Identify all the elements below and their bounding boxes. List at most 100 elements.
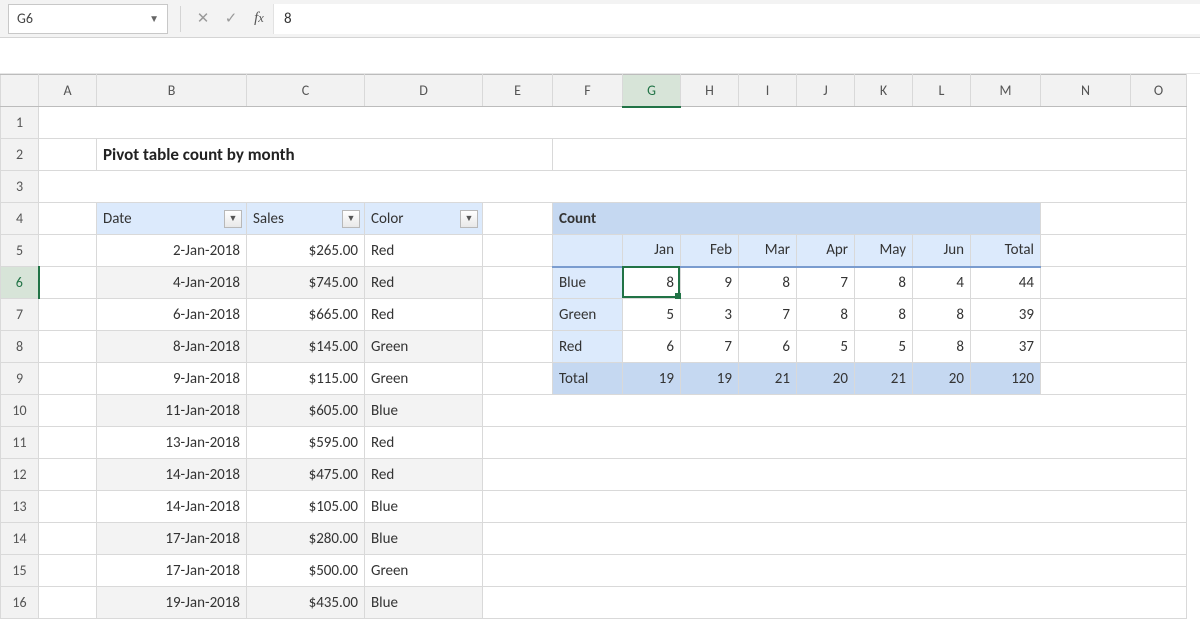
cell[interactable]	[1041, 203, 1187, 235]
col-header[interactable]: G	[623, 75, 681, 107]
col-header[interactable]: D	[365, 75, 483, 107]
table-cell[interactable]: 13-Jan-2018	[97, 427, 247, 459]
table-cell[interactable]: $500.00	[247, 555, 365, 587]
table-cell[interactable]: Green	[365, 331, 483, 363]
pivot-value[interactable]: 8	[623, 267, 681, 299]
table-header-sales[interactable]: Sales ▼	[247, 203, 365, 235]
pivot-total[interactable]: 120	[971, 363, 1041, 395]
pivot-value[interactable]: 6	[623, 331, 681, 363]
table-cell[interactable]: 17-Jan-2018	[97, 555, 247, 587]
row-header[interactable]: 5	[1, 235, 39, 267]
table-cell[interactable]: $665.00	[247, 299, 365, 331]
row-header[interactable]: 2	[1, 139, 39, 171]
table-cell[interactable]: Green	[365, 555, 483, 587]
col-header[interactable]: C	[247, 75, 365, 107]
grid[interactable]: A B C D E F G H I J K L M N O 1 2 Pivot …	[0, 74, 1187, 619]
pivot-total-label[interactable]: Total	[553, 363, 623, 395]
row-header[interactable]: 13	[1, 491, 39, 523]
pivot-title[interactable]: Count	[553, 203, 1041, 235]
table-header-date[interactable]: Date ▼	[97, 203, 247, 235]
table-cell[interactable]: 14-Jan-2018	[97, 459, 247, 491]
table-cell[interactable]: Blue	[365, 587, 483, 619]
table-cell[interactable]: Blue	[365, 395, 483, 427]
row-header[interactable]: 6	[1, 267, 39, 299]
cell[interactable]	[1041, 331, 1187, 363]
cell[interactable]	[1041, 363, 1187, 395]
col-header[interactable]: H	[681, 75, 739, 107]
name-box[interactable]: G6 ▼	[8, 4, 168, 34]
table-cell[interactable]: 2-Jan-2018	[97, 235, 247, 267]
table-cell[interactable]: $595.00	[247, 427, 365, 459]
table-cell[interactable]: Blue	[365, 523, 483, 555]
cell[interactable]	[39, 139, 97, 171]
pivot-value[interactable]: 5	[797, 331, 855, 363]
cell[interactable]	[483, 331, 553, 363]
table-cell[interactable]: 11-Jan-2018	[97, 395, 247, 427]
col-header[interactable]: M	[971, 75, 1041, 107]
pivot-value[interactable]: 8	[855, 267, 913, 299]
col-header[interactable]: E	[483, 75, 553, 107]
cell[interactable]	[553, 139, 1187, 171]
row-header[interactable]: 4	[1, 203, 39, 235]
cell[interactable]	[39, 491, 97, 523]
filter-dropdown-icon[interactable]: ▼	[460, 210, 478, 228]
cell[interactable]	[39, 587, 97, 619]
table-cell[interactable]: 6-Jan-2018	[97, 299, 247, 331]
table-cell[interactable]: Red	[365, 427, 483, 459]
table-cell[interactable]: $605.00	[247, 395, 365, 427]
pivot-colhdr[interactable]: Feb	[681, 235, 739, 267]
table-cell[interactable]: $265.00	[247, 235, 365, 267]
pivot-colhdr[interactable]: Mar	[739, 235, 797, 267]
filter-dropdown-icon[interactable]: ▼	[342, 210, 360, 228]
pivot-value[interactable]: 8	[739, 267, 797, 299]
cell[interactable]	[39, 171, 1187, 203]
pivot-colhdr[interactable]: May	[855, 235, 913, 267]
table-cell[interactable]: 4-Jan-2018	[97, 267, 247, 299]
col-header[interactable]: J	[797, 75, 855, 107]
table-cell[interactable]: $745.00	[247, 267, 365, 299]
table-cell[interactable]: Red	[365, 267, 483, 299]
pivot-total[interactable]: 19	[681, 363, 739, 395]
pivot-colhdr[interactable]: Total	[971, 235, 1041, 267]
col-header[interactable]: N	[1041, 75, 1131, 107]
table-cell[interactable]: 19-Jan-2018	[97, 587, 247, 619]
pivot-value[interactable]: 7	[739, 299, 797, 331]
col-header[interactable]: L	[913, 75, 971, 107]
pivot-colhdr[interactable]: Jan	[623, 235, 681, 267]
filter-dropdown-icon[interactable]: ▼	[224, 210, 242, 228]
cell[interactable]	[39, 235, 97, 267]
pivot-value[interactable]: 5	[623, 299, 681, 331]
cell[interactable]	[483, 203, 553, 235]
table-cell[interactable]: 14-Jan-2018	[97, 491, 247, 523]
col-header[interactable]: I	[739, 75, 797, 107]
row-header[interactable]: 15	[1, 555, 39, 587]
pivot-row-label[interactable]: Red	[553, 331, 623, 363]
table-cell[interactable]: $105.00	[247, 491, 365, 523]
pivot-total[interactable]: 20	[797, 363, 855, 395]
pivot-value[interactable]: 3	[681, 299, 739, 331]
table-cell[interactable]: Blue	[365, 491, 483, 523]
cell[interactable]	[39, 459, 97, 491]
cell[interactable]	[483, 459, 1187, 491]
row-header[interactable]: 9	[1, 363, 39, 395]
cell[interactable]	[1041, 299, 1187, 331]
page-title[interactable]: Pivot table count by month	[97, 139, 553, 171]
cell[interactable]	[483, 299, 553, 331]
cell[interactable]	[39, 331, 97, 363]
table-cell[interactable]: $145.00	[247, 331, 365, 363]
row-header[interactable]: 16	[1, 587, 39, 619]
formula-input[interactable]: 8	[273, 4, 1200, 34]
pivot-value[interactable]: 7	[681, 331, 739, 363]
pivot-total[interactable]: 20	[913, 363, 971, 395]
row-header[interactable]: 3	[1, 171, 39, 203]
pivot-total[interactable]: 19	[623, 363, 681, 395]
col-header[interactable]: F	[553, 75, 623, 107]
pivot-value[interactable]: 8	[797, 299, 855, 331]
pivot-colhdr[interactable]	[553, 235, 623, 267]
table-cell[interactable]: $115.00	[247, 363, 365, 395]
pivot-row-label[interactable]: Blue	[553, 267, 623, 299]
cell[interactable]	[39, 555, 97, 587]
row-header[interactable]: 7	[1, 299, 39, 331]
pivot-row-label[interactable]: Green	[553, 299, 623, 331]
row-header[interactable]: 10	[1, 395, 39, 427]
